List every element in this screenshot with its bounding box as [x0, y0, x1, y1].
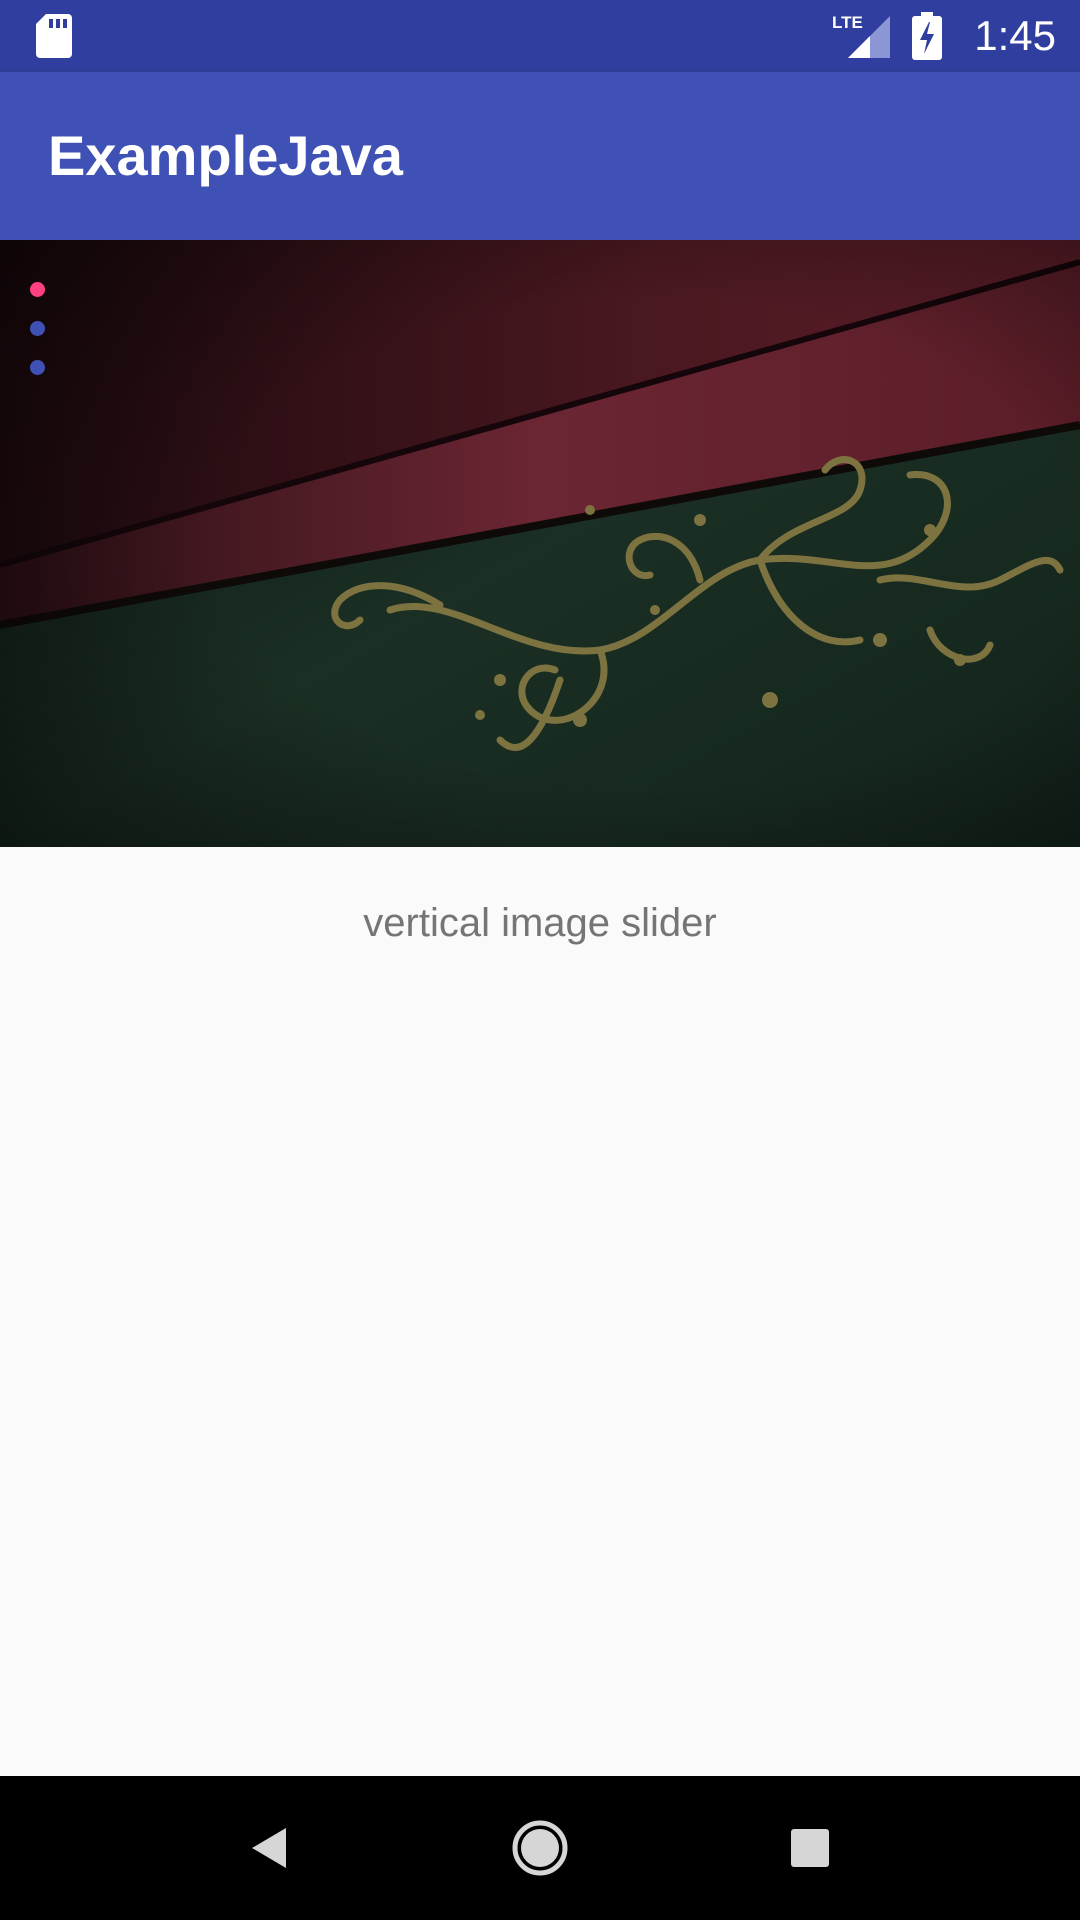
home-icon[interactable] — [504, 1812, 576, 1884]
back-icon[interactable] — [234, 1812, 306, 1884]
app-screen: LTE 1:45 ExampleJava vertical image slid… — [0, 0, 1080, 1920]
slide-indicator-1[interactable] — [30, 282, 45, 297]
app-bar: ExampleJava — [0, 72, 1080, 240]
battery-charging-icon — [912, 12, 942, 60]
sd-card-icon — [36, 14, 72, 58]
app-title: ExampleJava — [48, 124, 403, 187]
vertical-image-slider[interactable] — [0, 240, 1080, 847]
status-bar: LTE 1:45 — [0, 0, 1080, 72]
slide-image — [0, 240, 1080, 847]
status-clock: 1:45 — [974, 12, 1056, 59]
slide-indicator-3[interactable] — [30, 360, 45, 375]
slide-indicator-2[interactable] — [30, 321, 45, 336]
lte-label: LTE — [832, 13, 863, 32]
navigation-bar — [0, 1776, 1080, 1920]
recents-icon[interactable] — [774, 1812, 846, 1884]
lte-signal-icon: LTE — [832, 13, 890, 58]
caption-text: vertical image slider — [363, 901, 717, 945]
